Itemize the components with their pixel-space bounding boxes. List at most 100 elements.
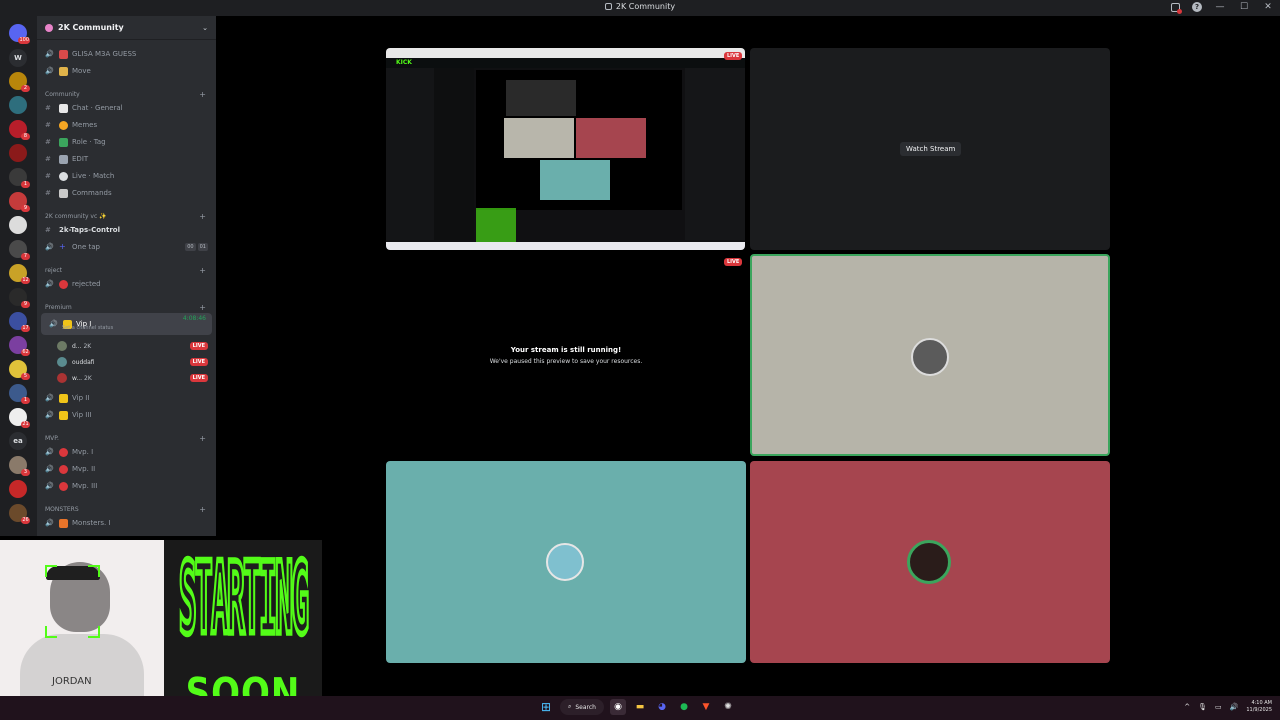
channel-vip-1[interactable]: 🔊 Vip I 4:08:46 Set a channel status (41, 313, 212, 335)
channel-status-input[interactable]: Set a channel status (62, 325, 113, 331)
channel-role-tag[interactable]: # Role · Tag (37, 135, 216, 149)
channel-monsters-1[interactable]: 🔊 Monsters. I (37, 516, 216, 530)
windows-start-icon[interactable]: ⊞ (538, 699, 554, 715)
server-icon[interactable]: 3 (9, 456, 30, 476)
category-community[interactable]: Community + (37, 88, 216, 100)
paused-preview-tile: Your stream is still running! We've paus… (386, 254, 746, 458)
channel-move[interactable]: 🔊 Move (37, 64, 216, 78)
channel-mvp-2[interactable]: 🔊 Mvp. II (37, 462, 216, 476)
server-icon[interactable]: 9 (9, 288, 30, 308)
channel-commands[interactable]: # Commands (37, 186, 216, 200)
hash-icon: # (45, 155, 51, 163)
nested-starting-soon (476, 208, 516, 242)
voice-member[interactable]: ouddafi LIVE (57, 355, 212, 369)
video-icon (59, 154, 68, 164)
server-icon[interactable]: 62 (9, 336, 30, 356)
channel-label: Mvp. II (72, 465, 96, 473)
windows-taskbar: ⊞ ⌕ Search ◉ ▬ ◕ ● ▼ ✺ ^ 🎙 ▭ 🔊 4:10 AM 11… (0, 696, 1280, 720)
server-ea-icon[interactable]: ea (9, 432, 27, 450)
participant-tile-gray[interactable] (750, 254, 1110, 456)
volume-icon[interactable]: 🔊 (1230, 703, 1239, 711)
server-icon[interactable] (9, 144, 27, 162)
brave-icon[interactable]: ▼ (698, 699, 714, 715)
tray-chevron-icon[interactable]: ^ (1184, 703, 1190, 711)
server-badge: 8 (21, 133, 30, 140)
category-monsters[interactable]: MONSTERS + (37, 503, 216, 515)
network-icon[interactable]: ▭ (1215, 703, 1222, 711)
settings-gear-icon[interactable]: ✺ (720, 699, 736, 715)
inbox-icon[interactable] (1171, 2, 1182, 14)
server-icon[interactable]: 1 (9, 168, 30, 188)
channel-mvp-1[interactable]: 🔊 Mvp. I (37, 445, 216, 459)
channel-vip-2[interactable]: 🔊 Vip II (37, 391, 216, 405)
spotify-icon[interactable]: ● (676, 699, 692, 715)
channel-memes[interactable]: # Memes (37, 118, 216, 132)
microphone-icon[interactable]: 🎙 (1198, 703, 1207, 711)
live-badge: LIVE (189, 342, 208, 350)
watch-stream-button[interactable]: Watch Stream (900, 142, 962, 156)
add-channel-icon[interactable]: + (199, 303, 206, 312)
server-icon[interactable] (9, 96, 27, 114)
server-icon (45, 23, 53, 32)
category-premium[interactable]: Premium + (37, 301, 216, 313)
channel-label: 2k-Taps-Control (59, 226, 121, 234)
add-channel-icon[interactable]: + (199, 212, 206, 221)
nested-tile-red (576, 118, 646, 158)
minimize-button[interactable]: — (1214, 2, 1226, 12)
server-icon[interactable]: 1 (9, 384, 30, 404)
channel-edit[interactable]: # EDIT (37, 152, 216, 166)
server-icon[interactable]: 7 (9, 240, 30, 260)
channel-live-match[interactable]: # Live · Match (37, 169, 216, 183)
voice-member[interactable]: d... 2K LIVE (57, 339, 212, 353)
server-icon[interactable]: 5 (9, 360, 30, 380)
channel-mvp-3[interactable]: 🔊 Mvp. III (37, 479, 216, 493)
taskbar-search[interactable]: ⌕ Search (560, 699, 604, 715)
discord-icon[interactable]: ◕ (654, 699, 670, 715)
help-icon[interactable]: ? (1192, 2, 1202, 12)
channel-vip-3[interactable]: 🔊 Vip III (37, 408, 216, 422)
direct-messages-icon[interactable]: 100 (9, 24, 30, 44)
channel-one-tap[interactable]: 🔊 + One tap 00 01 (37, 240, 216, 254)
add-channel-icon[interactable]: + (199, 266, 206, 275)
speaker-icon: 🔊 (49, 320, 58, 328)
server-icon[interactable]: 17 (9, 312, 30, 332)
server-w-icon[interactable]: W (9, 49, 27, 67)
category-reject[interactable]: reject + (37, 264, 216, 276)
channel-rejected[interactable]: 🔊 rejected (37, 277, 216, 291)
clock[interactable]: 4:10 AM 11/9/2025 (1246, 700, 1272, 714)
category-mvp[interactable]: MVP. + (37, 432, 216, 444)
add-channel-icon[interactable]: + (199, 90, 206, 99)
search-icon: ⌕ (568, 703, 572, 710)
channel-glisa[interactable]: 🔊 GLISA M3A GUESS (37, 47, 216, 61)
member-tag: 2K (83, 342, 92, 350)
participant-tile-red[interactable] (750, 461, 1110, 663)
server-icon[interactable]: 9 (9, 192, 30, 212)
maximize-button[interactable]: ☐ (1238, 2, 1250, 12)
server-icon[interactable] (9, 480, 27, 498)
server-badge: 5 (21, 373, 30, 380)
server-icon[interactable]: 12 (9, 264, 30, 284)
discord-app: 2K Community ? — ☐ ✕ 100 W 2 8 1 9 7 12 … (0, 0, 1280, 720)
server-icon[interactable]: 21 (9, 408, 30, 428)
add-channel-icon[interactable]: + (199, 434, 206, 443)
participant-tile-teal[interactable] (386, 461, 746, 663)
channel-taps-control[interactable]: #2k-Taps-Control (37, 223, 216, 237)
add-channel-icon[interactable]: + (199, 505, 206, 514)
server-icon[interactable]: 26 (9, 504, 30, 524)
file-explorer-icon[interactable]: ▬ (632, 699, 648, 715)
stream-tile-hidden[interactable]: Watch Stream (750, 48, 1110, 250)
window-title-wrap: 2K Community (0, 2, 1280, 11)
kick-navbar (386, 58, 745, 68)
server-icon[interactable] (9, 216, 27, 234)
plus-icon: + (59, 241, 66, 251)
voice-member[interactable]: w... 2K LIVE (57, 371, 212, 385)
category-2k-vc[interactable]: 2K community vc ✨ + (37, 210, 216, 222)
server-icon[interactable]: 8 (9, 120, 30, 140)
channel-chat[interactable]: # Chat · General (37, 101, 216, 115)
close-button[interactable]: ✕ (1262, 2, 1274, 12)
stream-preview-screenshot[interactable]: KICK (386, 48, 745, 250)
title-bar: 2K Community ? — ☐ ✕ (0, 0, 1280, 16)
chrome-icon[interactable]: ◉ (610, 699, 626, 715)
server-icon[interactable]: 2 (9, 72, 30, 92)
server-header[interactable]: 2K Community ⌄ (37, 16, 216, 40)
